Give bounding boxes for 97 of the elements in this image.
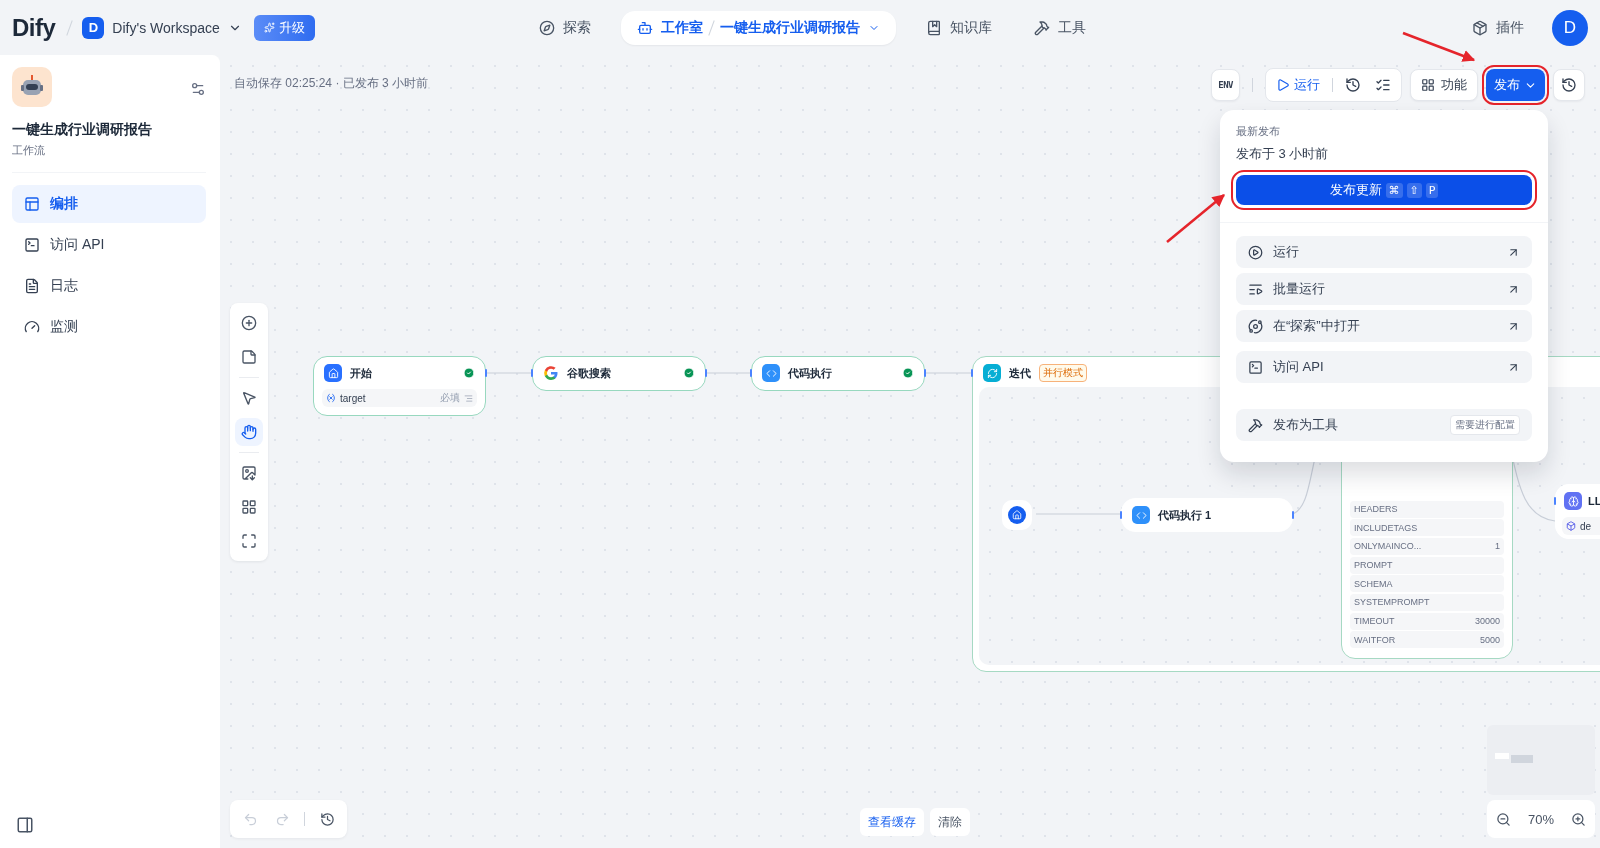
menu-heading: 最新发布: [1236, 124, 1281, 139]
version-history-icon[interactable]: [1553, 69, 1585, 101]
google-logo-icon: [543, 365, 559, 381]
logo: Dify: [12, 13, 56, 42]
document-icon: [24, 278, 40, 294]
nav-link[interactable]: 工具: [1021, 10, 1098, 45]
code-icon: [1135, 509, 1147, 521]
workspace-initial: D: [82, 16, 105, 39]
sidebar-item[interactable]: 监测: [12, 308, 206, 346]
autosave-status: 自动保存 02:25:24 · 已发布 3 小时前: [234, 75, 429, 92]
features-button[interactable]: 功能: [1410, 69, 1478, 101]
connection-handle[interactable]: [924, 369, 926, 377]
parameter-name: SYSTEMPROMPT: [1354, 597, 1430, 608]
studio-link[interactable]: 工作室: [660, 18, 703, 37]
connection-handle[interactable]: [1554, 497, 1556, 505]
variable-name: target: [340, 392, 366, 404]
connection-handle[interactable]: [1120, 511, 1122, 519]
publish-time: 发布于 3 小时前: [1236, 145, 1330, 163]
node-title: 代码执行 1: [1158, 507, 1213, 523]
sidebar-item[interactable]: 编排: [12, 185, 206, 223]
annotation-arrow: [1166, 194, 1225, 243]
code-icon: [765, 367, 777, 379]
connection-handle[interactable]: [1292, 511, 1294, 519]
book-icon: [925, 19, 942, 36]
zoom-in-icon[interactable]: [1571, 811, 1587, 827]
parameter-name: ONLYMAINCO...: [1354, 541, 1422, 552]
app-name: 一键生成行业调研报告: [12, 121, 153, 139]
compass-icon: [538, 19, 555, 36]
upgrade-button[interactable]: 升级: [253, 14, 315, 41]
parameter-name: SCHEMA: [1354, 578, 1393, 589]
model-icon: [1566, 521, 1576, 531]
parameter-value: 5000: [1479, 634, 1500, 645]
zoom-out-icon[interactable]: [1495, 811, 1511, 827]
hammer-icon: [1033, 19, 1050, 36]
parameter-name: TIMEOUT: [1354, 616, 1395, 627]
menu-item[interactable]: 批量运行: [1236, 273, 1532, 305]
node-title: 谷歌搜索: [567, 365, 612, 381]
loop-icon: [986, 367, 998, 379]
node-title: 开始: [350, 365, 373, 381]
workspace-switcher[interactable]: D Dify's Workspace: [78, 16, 246, 39]
settings-icon[interactable]: [190, 81, 206, 97]
mode-badge: 并行模式: [1039, 364, 1087, 382]
shortcut-key: ⌘: [1385, 182, 1403, 198]
parameter-name: WAITFOR: [1354, 634, 1396, 645]
parameter-value: 1: [1495, 541, 1500, 552]
user-avatar[interactable]: D: [1552, 9, 1588, 46]
zoom-level: 70%: [1527, 811, 1554, 827]
model-name: de: [1580, 520, 1592, 532]
menu-item[interactable]: 访问 API: [1236, 351, 1532, 383]
sparkle-icon: [263, 22, 275, 33]
nav-link[interactable]: 知识库: [913, 10, 1004, 45]
clear-button[interactable]: 清除: [930, 808, 970, 836]
env-button[interactable]: ENV: [1211, 69, 1240, 101]
hand-icon[interactable]: [235, 418, 263, 446]
node-title: 迭代: [1009, 365, 1031, 381]
plugins-link[interactable]: 插件: [1460, 10, 1536, 45]
house-icon: [327, 367, 339, 379]
connection-handle[interactable]: [485, 369, 487, 377]
connection-handle[interactable]: [705, 369, 707, 377]
lines-icon: [464, 393, 473, 403]
config-badge: 需要进行配置: [1450, 415, 1520, 435]
run-button[interactable]: 运行: [1270, 72, 1326, 98]
connection-handle[interactable]: [971, 369, 973, 377]
app-type: 工作流: [12, 143, 46, 158]
brain-icon: [1567, 495, 1579, 507]
hammer-icon: [1248, 417, 1263, 433]
parameter-value: 30000: [1474, 616, 1500, 627]
grid-icon: [1421, 78, 1435, 92]
list-icon: [1248, 281, 1263, 297]
shortcut-key: P: [1425, 182, 1439, 198]
cube-icon: [1472, 19, 1488, 36]
robot-icon: [636, 19, 653, 36]
parameter-name: PROMPT: [1354, 560, 1393, 571]
house-icon: [1012, 510, 1022, 520]
window-icon: [24, 196, 40, 212]
menu-item[interactable]: 在“探索”中打开: [1236, 310, 1532, 342]
connection-handle[interactable]: [531, 369, 533, 377]
menu-item[interactable]: 运行: [1236, 236, 1532, 268]
shortcut-key: ⇧: [1406, 182, 1422, 198]
planet-icon: [1248, 318, 1263, 334]
menu-item[interactable]: 发布为工具 需要进行配置: [1236, 409, 1532, 441]
sidebar-item[interactable]: 日志: [12, 267, 206, 305]
terminal-icon: [1248, 359, 1263, 375]
nav-link[interactable]: 探索: [526, 10, 603, 45]
parameter-name: HEADERS: [1354, 504, 1398, 514]
node-title: 代码执行: [788, 365, 833, 381]
play-icon: [1276, 78, 1290, 92]
variable-icon: [326, 393, 336, 403]
required-label: 必填: [440, 391, 460, 405]
connection-handle[interactable]: [750, 369, 752, 377]
terminal-icon: [24, 237, 40, 253]
play-icon: [1248, 244, 1263, 260]
view-cache-button[interactable]: 查看缓存: [860, 808, 924, 836]
app-selector[interactable]: 一键生成行业调研报告: [719, 18, 860, 37]
gauge-icon: [24, 319, 40, 335]
parameter-name: INCLUDETAGS: [1354, 522, 1418, 533]
sidebar-item[interactable]: 访问 API: [12, 226, 206, 264]
